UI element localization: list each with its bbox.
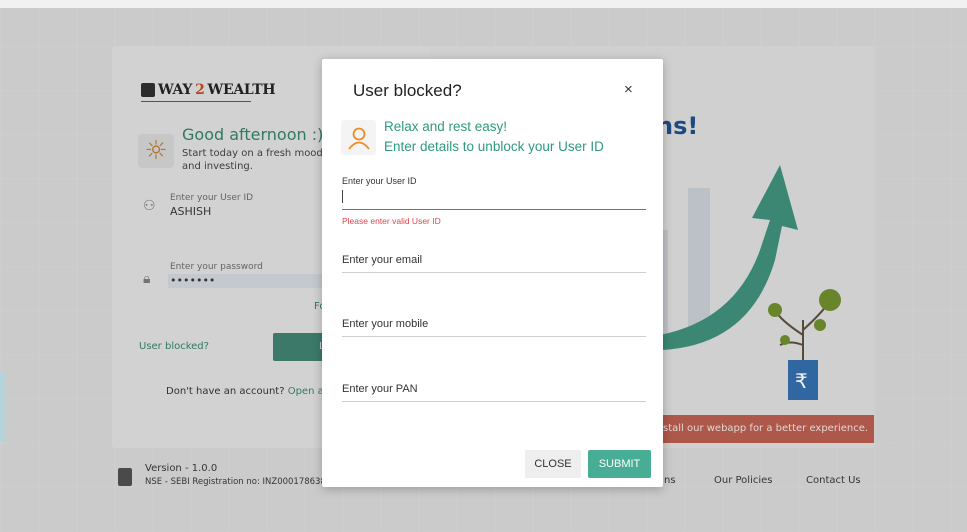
- pan-input[interactable]: [342, 376, 646, 398]
- email-field: [342, 247, 646, 273]
- pan-field: [342, 376, 646, 402]
- mobile-field: [342, 311, 646, 337]
- email-input[interactable]: [342, 247, 646, 269]
- user-outline-icon: [341, 120, 376, 155]
- text-caret: [342, 190, 343, 203]
- user-blocked-modal: User blocked? × Relax and rest easy! Ent…: [322, 59, 663, 487]
- user-id-label: Enter your User ID: [342, 176, 417, 186]
- relax-title: Relax and rest easy!: [384, 119, 508, 134]
- relax-subtitle: Enter details to unblock your User ID: [384, 139, 604, 154]
- mobile-input[interactable]: [342, 311, 646, 333]
- user-id-input[interactable]: [342, 188, 646, 204]
- close-icon[interactable]: ×: [624, 81, 633, 98]
- user-id-error: Please enter valid User ID: [342, 216, 441, 226]
- user-id-field: Enter your User ID: [342, 176, 646, 210]
- submit-button[interactable]: SUBMIT: [588, 450, 651, 478]
- modal-title: User blocked?: [353, 81, 462, 100]
- close-button[interactable]: CLOSE: [525, 450, 581, 478]
- user-outline-svg: [347, 127, 370, 150]
